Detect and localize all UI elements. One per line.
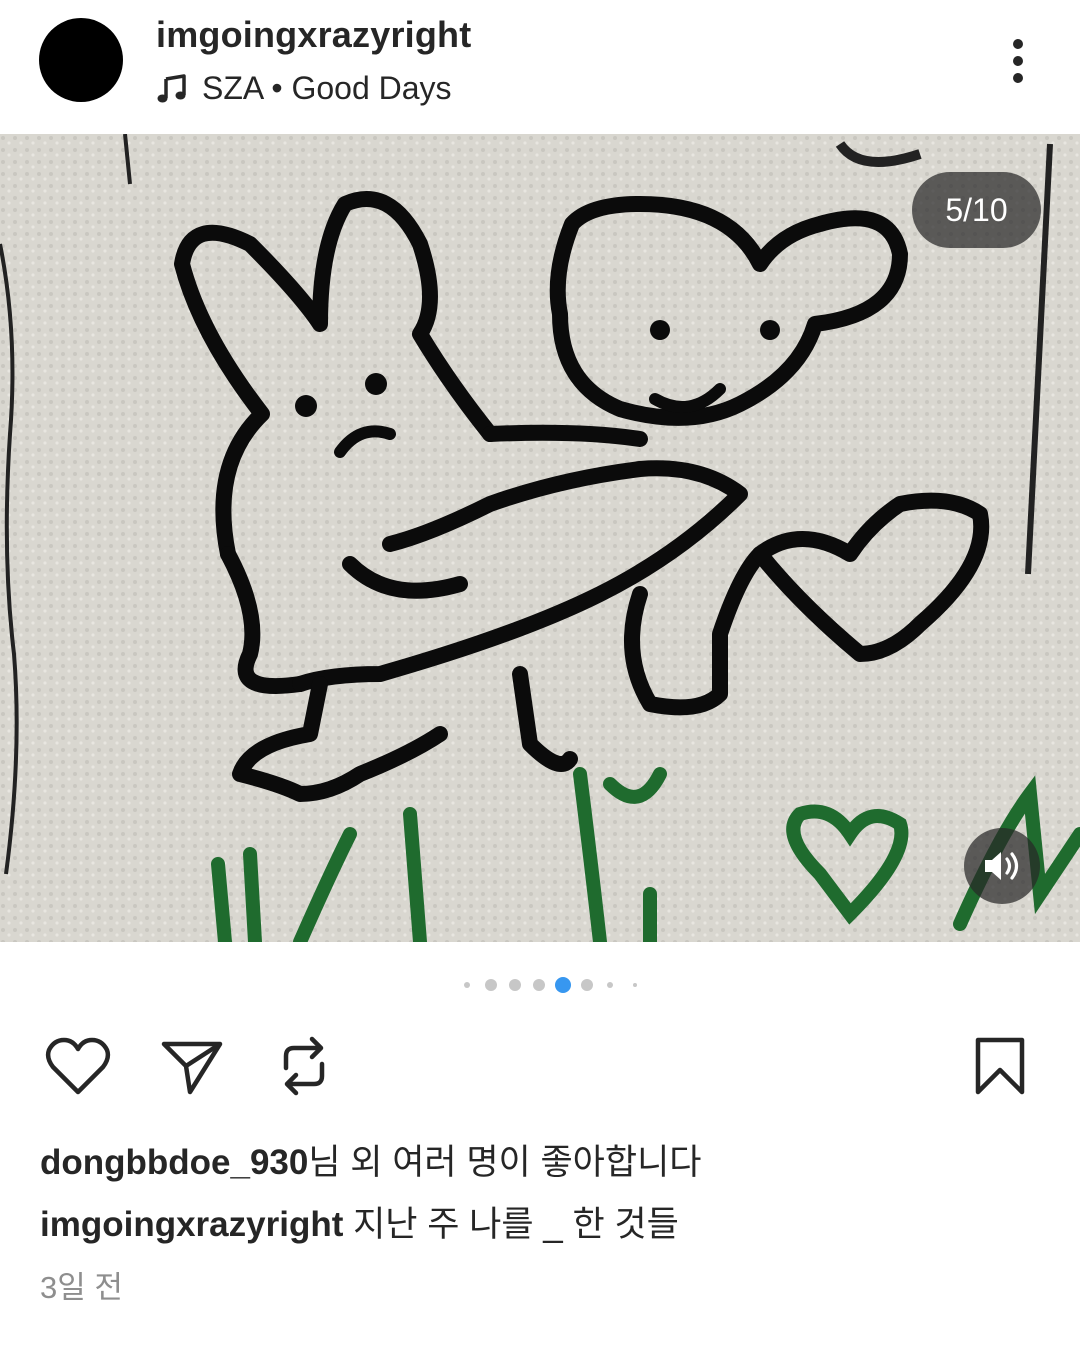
action-bar [0, 1030, 1080, 1110]
share-button[interactable] [156, 1030, 228, 1102]
carousel-dot [464, 982, 470, 988]
carousel-dot [607, 982, 613, 988]
likes-summary[interactable]: dongbbdoe_930님 외 여러 명이 좋아합니다 [40, 1134, 701, 1185]
music-label: SZA • Good Days [202, 70, 452, 106]
repost-button[interactable] [268, 1030, 340, 1102]
carousel-indicator [0, 975, 1080, 995]
save-button[interactable] [964, 1030, 1036, 1102]
more-vertical-icon [1013, 39, 1023, 83]
send-icon [161, 1041, 223, 1095]
bookmark-icon [975, 1037, 1025, 1095]
carousel-dot-active [555, 977, 571, 993]
avatar[interactable] [39, 18, 123, 102]
carousel-dot [581, 979, 593, 991]
carousel-dot [633, 983, 637, 987]
post-timestamp: 3일 전 [40, 1270, 123, 1305]
carousel-dot [509, 979, 521, 991]
music-attribution[interactable]: SZA • Good Days [156, 70, 452, 107]
carousel-dot [485, 979, 497, 991]
caption-text: 지난 주 나를 _ 한 것들 [343, 1205, 679, 1244]
liker-username[interactable]: dongbbdoe_930 [40, 1143, 308, 1182]
post-caption: imgoingxrazyright 지난 주 나를 _ 한 것들 [40, 1196, 679, 1247]
carousel-dot [533, 979, 545, 991]
more-options-button[interactable] [994, 32, 1042, 90]
post-header: imgoingxrazyright SZA • Good Days [0, 0, 1080, 134]
repost-icon [283, 1036, 325, 1096]
doodle-artwork [0, 134, 1080, 942]
caption-username[interactable]: imgoingxrazyright [40, 1205, 343, 1244]
post-image[interactable]: 5/10 [0, 134, 1080, 942]
carousel-counter: 5/10 [912, 172, 1041, 248]
volume-icon [985, 852, 1019, 880]
heart-icon [45, 1037, 111, 1095]
like-button[interactable] [42, 1030, 114, 1102]
sound-toggle-button[interactable] [964, 828, 1040, 904]
music-note-icon [157, 73, 186, 102]
likes-suffix: 님 외 여러 명이 좋아합니다 [308, 1143, 702, 1182]
post-username[interactable]: imgoingxrazyright [156, 14, 471, 56]
